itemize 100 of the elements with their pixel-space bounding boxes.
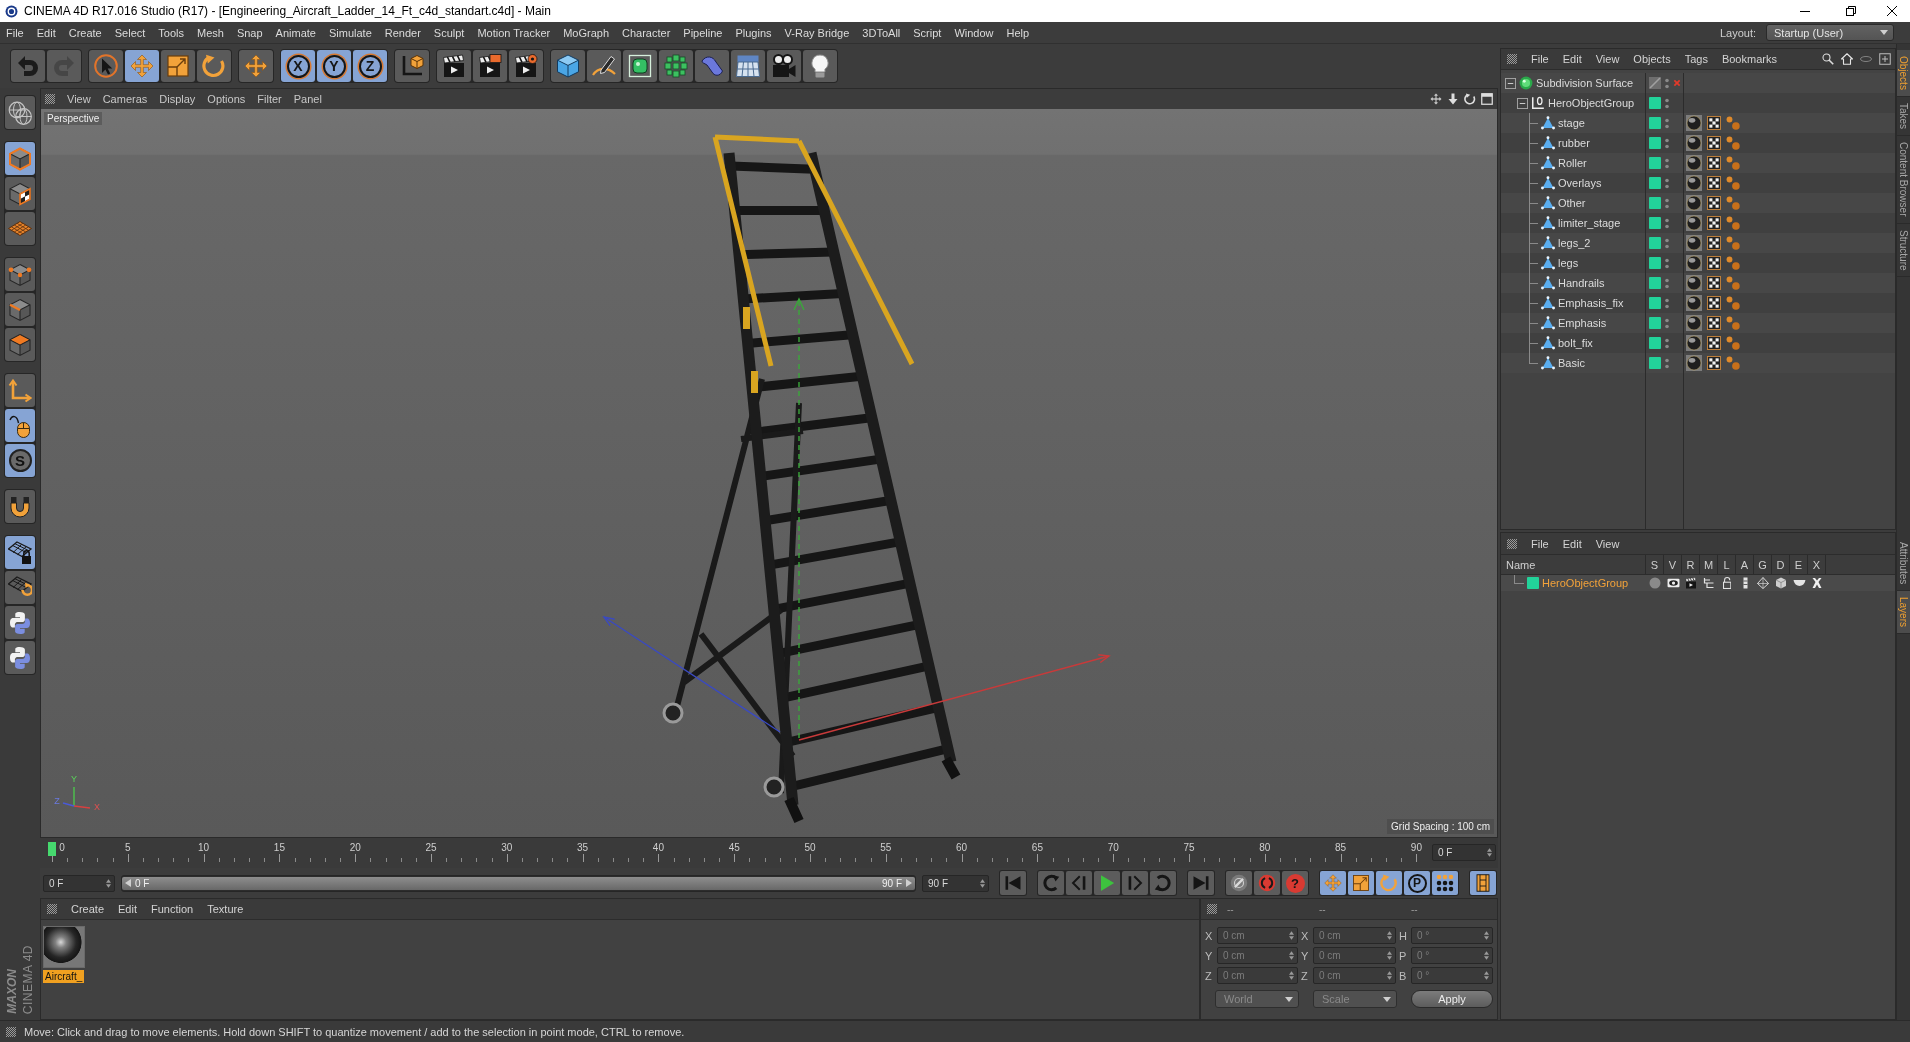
z-axis-arrow[interactable] [602, 615, 781, 733]
visibility-dots-icon[interactable] [1665, 77, 1669, 89]
column-header[interactable]: S [1646, 555, 1664, 574]
material-sphere-icon[interactable] [1686, 175, 1702, 191]
visibility-dots-icon[interactable] [1665, 177, 1669, 189]
next-key-button[interactable] [1150, 871, 1176, 895]
layer-swatch-icon[interactable] [1649, 97, 1661, 109]
layer-swatch-icon[interactable] [1649, 277, 1661, 289]
render-settings-button[interactable] [509, 50, 543, 82]
object-row[interactable]: stage [1501, 113, 1895, 133]
material-sphere-icon[interactable] [1686, 275, 1702, 291]
layer-swatch-icon[interactable] [1527, 577, 1539, 589]
menu-item[interactable]: Motion Tracker [477, 26, 551, 39]
menu-item[interactable]: Cameras [102, 93, 148, 105]
rotate-arrows-icon[interactable] [1464, 93, 1476, 105]
clapperboard-icon[interactable] [1685, 577, 1697, 589]
workplane-align-button[interactable] [5, 571, 35, 604]
script-button[interactable] [5, 606, 35, 639]
layer-swatch-icon[interactable] [1649, 337, 1661, 349]
start-frame-field[interactable]: 0 F [43, 874, 115, 892]
column-header[interactable]: G [1754, 555, 1772, 574]
menu-item[interactable]: File [1531, 53, 1549, 65]
two-dots-icon[interactable] [1726, 236, 1740, 250]
menu-item[interactable]: Simulate [328, 26, 372, 39]
workplane-mode-button[interactable] [5, 212, 35, 245]
two-dots-icon[interactable] [1726, 256, 1740, 270]
search-icon[interactable] [1822, 53, 1834, 65]
column-header[interactable]: R [1682, 555, 1700, 574]
y-axis-arrow[interactable] [793, 297, 805, 739]
object-row[interactable]: Roller [1501, 153, 1895, 173]
z-axis-button[interactable]: Z [353, 50, 387, 82]
pyramid-icon[interactable] [1757, 577, 1769, 589]
grip-icon[interactable] [45, 94, 55, 104]
material-sphere-icon[interactable] [1686, 335, 1702, 351]
light-button[interactable] [803, 50, 837, 82]
material-sphere-icon[interactable] [1686, 355, 1702, 371]
two-dots-icon[interactable] [1726, 116, 1740, 130]
next-frame-button[interactable] [1122, 871, 1148, 895]
visibility-dots-icon[interactable] [1665, 97, 1669, 109]
column-header[interactable]: L [1718, 555, 1736, 574]
layer-swatch-icon[interactable] [1649, 297, 1661, 309]
menu-item[interactable]: Select [114, 26, 146, 39]
column-header[interactable]: E [1790, 555, 1808, 574]
side-tab[interactable]: Structure [1897, 223, 1910, 278]
layout-dropdown[interactable]: Startup (User) [1766, 24, 1894, 41]
grip-icon[interactable] [1507, 538, 1517, 549]
object-row[interactable]: Handrails [1501, 273, 1895, 293]
menu-item[interactable]: Options [207, 93, 246, 105]
column-header[interactable]: D [1772, 555, 1790, 574]
scale-tool-button[interactable] [161, 50, 195, 82]
checker-icon[interactable] [1707, 356, 1721, 370]
two-dots-icon[interactable] [1726, 296, 1740, 310]
menu-item[interactable]: File [1531, 537, 1549, 550]
end-frame-field[interactable]: 90 F [922, 874, 989, 892]
grip-icon[interactable] [1507, 54, 1517, 64]
timeline-button[interactable] [1470, 871, 1496, 895]
material-sphere-icon[interactable] [1686, 295, 1702, 311]
layer-swatch-icon[interactable] [1649, 177, 1661, 189]
frame-range-fill[interactable]: 0 F 90 F [122, 876, 915, 890]
side-tab[interactable]: Takes [1897, 96, 1910, 137]
camera-button[interactable] [767, 50, 801, 82]
layer-swatch-icon[interactable] [1649, 257, 1661, 269]
layer-swatch-icon[interactable] [1649, 117, 1661, 129]
checker-icon[interactable] [1707, 296, 1721, 310]
texture-mode-button[interactable] [5, 177, 35, 210]
window-icon[interactable] [1481, 93, 1493, 105]
cloner-button[interactable] [659, 50, 693, 82]
checker-icon[interactable] [1707, 156, 1721, 170]
ellipse-icon[interactable] [1860, 56, 1872, 62]
checker-icon[interactable] [1707, 276, 1721, 290]
y-axis-button[interactable]: Y [317, 50, 351, 82]
hierarchy-icon[interactable] [1703, 577, 1715, 589]
two-dots-icon[interactable] [1726, 176, 1740, 190]
menu-item[interactable]: Script [913, 26, 942, 39]
scale-key-button[interactable] [1348, 871, 1374, 895]
checker-icon[interactable] [1707, 196, 1721, 210]
menu-item[interactable]: Mesh [197, 26, 224, 39]
workplane-lock-button[interactable] [5, 536, 35, 569]
two-dots-icon[interactable] [1726, 276, 1740, 290]
points-mode-button[interactable] [5, 258, 35, 291]
object-row[interactable]: Emphasis [1501, 313, 1895, 333]
visibility-dots-icon[interactable] [1665, 357, 1669, 369]
layer-swatch-icon[interactable] [1649, 237, 1661, 249]
column-header[interactable]: A [1736, 555, 1754, 574]
autokey-button[interactable] [1254, 871, 1280, 895]
object-row[interactable]: Subdivision Surface [1501, 73, 1895, 93]
material-sphere-icon[interactable] [1686, 215, 1702, 231]
plus-box-icon[interactable] [1879, 53, 1891, 65]
x-axis-arrow[interactable] [798, 654, 1111, 741]
circle-icon[interactable] [1649, 577, 1661, 589]
grip-icon[interactable] [47, 904, 57, 914]
material-sphere-icon[interactable] [1686, 315, 1702, 331]
visibility-dots-icon[interactable] [1665, 117, 1669, 129]
arrow-down-icon[interactable] [1447, 93, 1459, 105]
cross-icon[interactable] [1673, 79, 1681, 87]
checker-icon[interactable] [1707, 236, 1721, 250]
menu-item[interactable]: Display [159, 93, 196, 105]
menu-item[interactable]: Help [1006, 26, 1030, 39]
layer-swatch-icon[interactable] [1649, 197, 1661, 209]
layer-swatch-icon[interactable] [1649, 217, 1661, 229]
